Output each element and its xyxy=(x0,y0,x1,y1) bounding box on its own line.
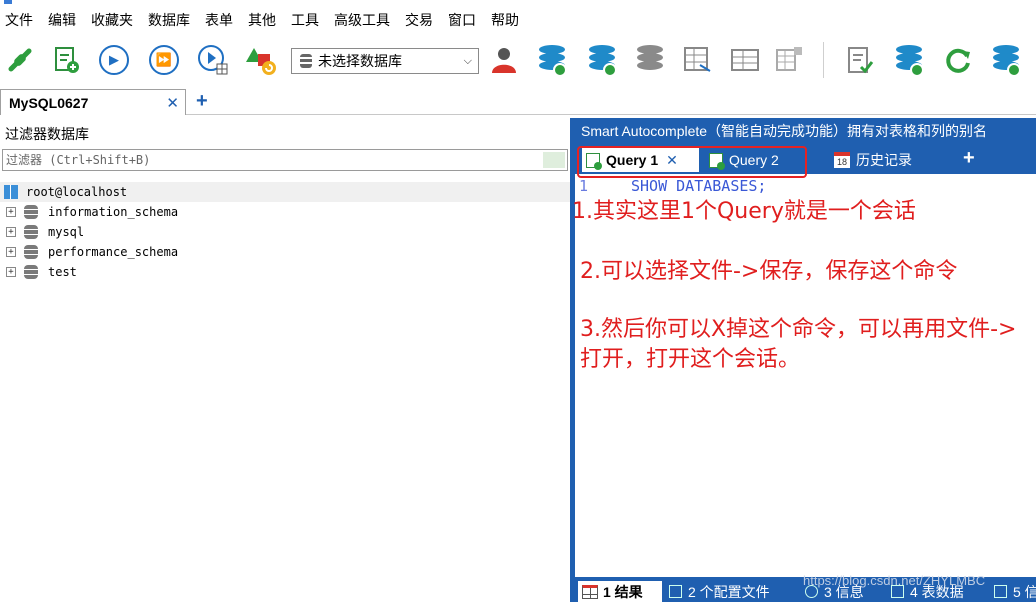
tree-item-label: mysql xyxy=(48,225,85,239)
database-tree: root@localhost + information_schema + my… xyxy=(0,182,570,282)
menu-window[interactable]: 窗口 xyxy=(443,7,486,33)
info-icon xyxy=(994,585,1007,598)
menu-other[interactable]: 其他 xyxy=(243,7,286,33)
tab-info[interactable]: 5 信 xyxy=(994,581,1036,602)
toolbar: ▶ ⏩ 未选择数据库 ⌵ xyxy=(0,36,1036,86)
tree-root-connection[interactable]: root@localhost xyxy=(0,182,570,202)
refresh-icon[interactable] xyxy=(940,42,976,78)
expand-icon[interactable]: + xyxy=(6,247,16,257)
backup-database-icon[interactable] xyxy=(534,42,570,78)
tree-item-information-schema[interactable]: + information_schema xyxy=(0,202,570,222)
annotation-highlight-box xyxy=(577,146,807,178)
tab-label: 历史记录 xyxy=(856,152,912,168)
new-query-icon[interactable] xyxy=(48,42,84,78)
filter-clear-button[interactable] xyxy=(543,152,565,168)
menu-tools[interactable]: 工具 xyxy=(286,7,329,33)
tab-label: 1 结果 xyxy=(603,583,643,600)
title-bar xyxy=(0,0,1036,6)
grid-icon xyxy=(582,584,598,599)
tab-connection[interactable]: MySQL0627 ✕ xyxy=(0,89,186,115)
menu-advanced-tools[interactable]: 高级工具 xyxy=(329,7,400,33)
profile-icon xyxy=(669,585,682,598)
tree-item-test[interactable]: + test xyxy=(0,262,570,282)
connect-icon[interactable] xyxy=(2,42,38,78)
expand-icon[interactable]: + xyxy=(6,267,16,277)
database-icon xyxy=(24,205,38,219)
schema-designer-icon[interactable] xyxy=(243,42,279,78)
toolbar-separator xyxy=(823,42,824,78)
expand-icon[interactable]: + xyxy=(6,227,16,237)
database-icon xyxy=(24,245,38,259)
object-browser: 过滤器数据库 root@localhost + information_sche… xyxy=(0,118,570,602)
close-icon[interactable]: ✕ xyxy=(166,94,179,112)
tab-label: 5 信 xyxy=(1013,583,1036,600)
tab-history[interactable]: 18 历史记录 xyxy=(834,148,929,172)
tree-item-label: test xyxy=(48,265,77,279)
menu-bar: 文件 编辑 收藏夹 数据库 表单 其他 工具 高级工具 交易 窗口 帮助 xyxy=(0,7,1036,33)
smart-autocomplete-banner: Smart Autocomplete（智能自动完成功能）拥有对表格和列的别名 xyxy=(575,118,1036,144)
watermark: https://blog.csdn.net/ZHYLMBC xyxy=(803,573,986,588)
tree-item-label: performance_schema xyxy=(48,245,179,259)
annotation-note-3: 3.然后你可以X掉这个命令，可以再用文件->打开，打开这个会话。 xyxy=(580,317,1017,372)
menu-edit[interactable]: 编辑 xyxy=(43,7,86,33)
sql-code: SHOW DATABASES; xyxy=(631,177,767,195)
tab-result[interactable]: 1 结果 xyxy=(578,581,662,602)
database-icon xyxy=(300,54,312,68)
data-sync-icon[interactable] xyxy=(772,42,808,78)
code-line: 1 SHOW DATABASES; xyxy=(575,177,766,195)
execute-icon[interactable]: ▶ xyxy=(96,42,132,78)
app-icon xyxy=(4,0,12,4)
tree-item-mysql[interactable]: + mysql xyxy=(0,222,570,242)
sql-editor[interactable]: 1 SHOW DATABASES; 1.其实这里1个Query就是一个会话 2.可… xyxy=(572,175,1036,575)
menu-favorites[interactable]: 收藏夹 xyxy=(86,7,143,33)
restore-database-icon[interactable] xyxy=(584,42,620,78)
query-pane: Smart Autocomplete（智能自动完成功能）拥有对表格和列的别名 Q… xyxy=(572,118,1036,602)
copy-database-icon[interactable] xyxy=(632,42,668,78)
menu-transaction[interactable]: 交易 xyxy=(400,7,443,33)
execute-to-grid-icon[interactable] xyxy=(195,42,231,78)
menu-table[interactable]: 表单 xyxy=(200,7,243,33)
database-select-value: 未选择数据库 xyxy=(318,53,402,69)
connection-tab-label: MySQL0627 xyxy=(9,94,89,111)
server-icon xyxy=(4,185,18,199)
database-icon xyxy=(24,225,38,239)
tree-item-label: information_schema xyxy=(48,205,179,219)
database-icon xyxy=(24,265,38,279)
chevron-down-icon: ⌵ xyxy=(463,54,472,67)
tree-item-performance-schema[interactable]: + performance_schema xyxy=(0,242,570,262)
menu-file[interactable]: 文件 xyxy=(0,7,43,33)
tab-profile[interactable]: 2 个配置文件 xyxy=(669,581,770,602)
tab-label: 2 个配置文件 xyxy=(688,583,770,600)
connection-tabs: MySQL0627 ✕ + xyxy=(0,89,1036,115)
filter-title: 过滤器数据库 xyxy=(5,126,89,142)
structure-sync-icon[interactable] xyxy=(727,42,763,78)
execute-all-icon[interactable]: ⏩ xyxy=(146,42,182,78)
database-sync-icon[interactable] xyxy=(988,42,1024,78)
filter-input[interactable] xyxy=(3,150,538,170)
import-table-icon[interactable] xyxy=(680,42,716,78)
add-connection-button[interactable]: + xyxy=(196,90,208,112)
annotation-note-2: 2.可以选择文件->保存，保存这个命令 xyxy=(580,259,958,284)
calendar-icon: 18 xyxy=(834,152,850,168)
menu-database[interactable]: 数据库 xyxy=(143,7,200,33)
sql-backup-icon[interactable] xyxy=(891,42,927,78)
result-tabs: 1 结果 2 个配置文件 3 信息 4 表数据 5 信 https://blog… xyxy=(575,573,1036,602)
user-manager-icon[interactable] xyxy=(486,42,522,78)
schedule-icon[interactable] xyxy=(842,42,878,78)
annotation-note-1: 1.其实这里1个Query就是一个会话 xyxy=(572,199,916,224)
expand-icon[interactable]: + xyxy=(6,207,16,217)
filter-field xyxy=(2,149,568,171)
database-select[interactable]: 未选择数据库 ⌵ xyxy=(291,48,479,74)
tree-root-label: root@localhost xyxy=(26,185,128,199)
line-number: 1 xyxy=(579,177,589,195)
add-query-button[interactable]: + xyxy=(963,147,975,170)
menu-help[interactable]: 帮助 xyxy=(486,7,529,33)
